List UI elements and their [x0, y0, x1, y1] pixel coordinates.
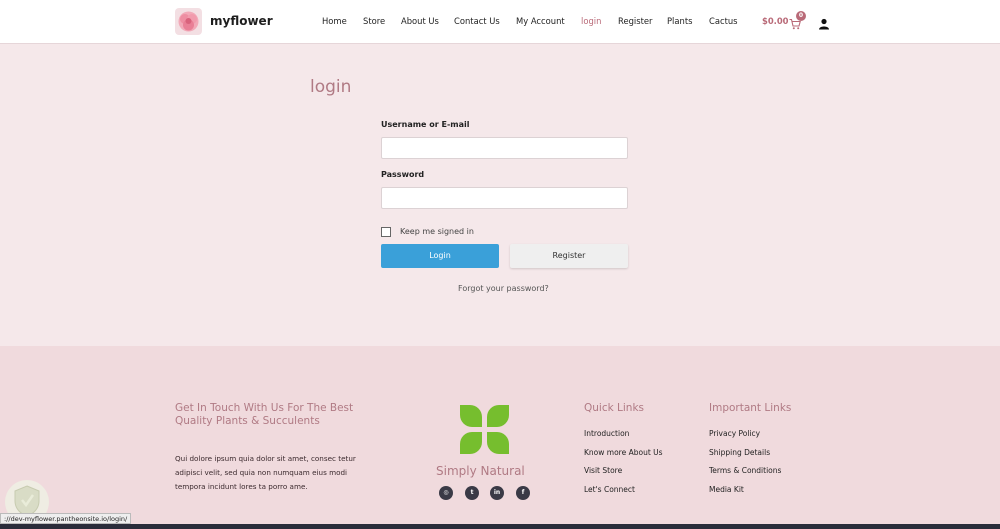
footer-link-lets-connect[interactable]: Let's Connect [584, 485, 635, 494]
linkedin-icon[interactable]: in [490, 486, 504, 500]
footer-link-about-us[interactable]: Know more About Us [584, 448, 663, 457]
forgot-password-link[interactable]: Forgot your password? [458, 284, 549, 293]
nav-item-plants[interactable]: Plants [667, 16, 692, 26]
footer-link-shipping-details[interactable]: Shipping Details [709, 448, 770, 457]
important-links-title: Important Links [709, 402, 792, 414]
footer-brand-name: Simply Natural [436, 464, 525, 478]
password-input[interactable] [381, 187, 628, 209]
leaf-bottom-right [487, 432, 509, 454]
leaf-top-right [487, 405, 509, 427]
nav-item-store[interactable]: Store [363, 16, 385, 26]
footer-link-media-kit[interactable]: Media Kit [709, 485, 744, 494]
site-header: myflower Home Store About Us Contact Us … [0, 0, 1000, 44]
footer-contact-title-line2: Quality Plants & Succulents [175, 415, 320, 427]
site-footer: Get In Touch With Us For The Best Qualit… [0, 346, 1000, 529]
page-title: login [310, 77, 352, 97]
nav-item-my-account[interactable]: My Account [516, 16, 565, 26]
instagram-icon[interactable]: ◎ [439, 486, 453, 500]
footer-link-introduction[interactable]: Introduction [584, 429, 629, 438]
status-bar-url: ://dev-myflower.pantheonsite.io/login/ [0, 513, 132, 524]
footer-contact-text-line2: adipisci velit, sed quia non numquam eiu… [175, 468, 348, 477]
footer-contact-text: Qui dolore ipsum quia dolor sit amet, co… [175, 452, 375, 494]
footer-contact-text-line1: Qui dolore ipsum quia dolor sit amet, co… [175, 454, 356, 463]
user-account-icon[interactable] [818, 15, 830, 30]
taskbar-strip [0, 524, 1000, 529]
login-section: login Username or E-mail Password Keep m… [0, 44, 1000, 346]
footer-contact-title-line1: Get In Touch With Us For The Best [175, 402, 354, 414]
username-input[interactable] [381, 137, 628, 159]
nav-item-login[interactable]: login [581, 16, 601, 26]
footer-link-terms[interactable]: Terms & Conditions [709, 466, 781, 475]
cart-count-badge: 0 [796, 11, 806, 21]
nav-item-home[interactable]: Home [322, 16, 347, 26]
password-label: Password [381, 170, 425, 179]
facebook-icon[interactable]: f [516, 486, 530, 500]
nav-item-contact-us[interactable]: Contact Us [454, 16, 500, 26]
twitter-icon[interactable]: t [465, 486, 479, 500]
username-label: Username or E-mail [381, 120, 470, 129]
brand-name[interactable]: myflower [210, 14, 273, 28]
quick-links-title: Quick Links [584, 402, 645, 414]
nav-item-cactus[interactable]: Cactus [709, 16, 738, 26]
footer-link-privacy-policy[interactable]: Privacy Policy [709, 429, 760, 438]
keep-signed-in-label[interactable]: Keep me signed in [400, 227, 474, 236]
cart-amount[interactable]: $0.00 [762, 16, 789, 26]
leaf-top-left [460, 405, 482, 427]
nav-item-about-us[interactable]: About Us [401, 16, 439, 26]
footer-contact-text-line3: tempora incidunt lores ta porro ame. [175, 482, 308, 491]
register-button[interactable]: Register [510, 244, 628, 268]
leaf-bottom-left [460, 432, 482, 454]
login-button[interactable]: Login [381, 244, 499, 268]
logo-flower-icon[interactable] [175, 8, 202, 35]
footer-contact-title: Get In Touch With Us For The Best Qualit… [175, 402, 353, 428]
nav-item-register[interactable]: Register [618, 16, 652, 26]
keep-signed-in-checkbox[interactable] [381, 227, 391, 237]
footer-link-visit-store[interactable]: Visit Store [584, 466, 622, 475]
